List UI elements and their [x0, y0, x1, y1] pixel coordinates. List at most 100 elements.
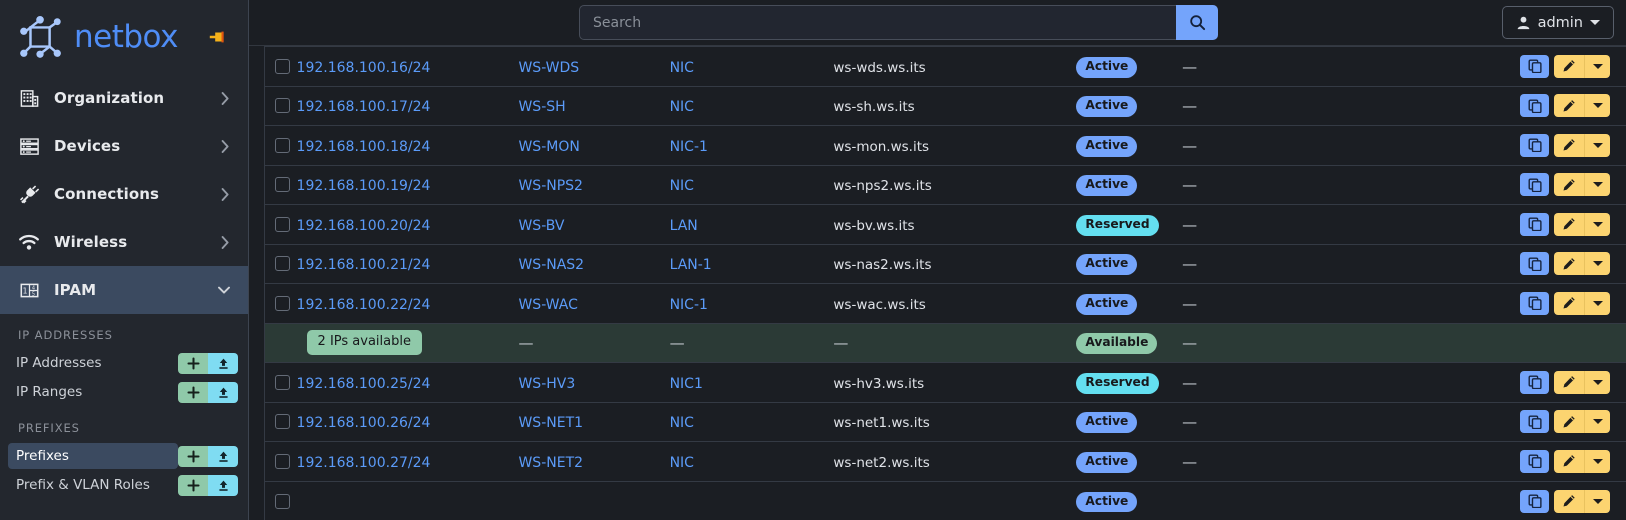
device-link[interactable]: WS-NPS2	[518, 178, 583, 194]
clone-button[interactable]	[1520, 291, 1549, 315]
edit-button[interactable]	[1554, 252, 1584, 276]
table-row[interactable]: 192.168.100.26/24 WS-NET1 NIC ws-net1.ws.it…	[249, 401, 1626, 442]
interface-link[interactable]: NIC1	[670, 376, 703, 392]
interface-link[interactable]: NIC	[670, 455, 694, 471]
ip-address-link[interactable]: 192.168.100.19/24	[297, 178, 431, 194]
available-range-row[interactable]: 2 IPs available — — — Available —	[249, 322, 1626, 363]
sidebar-item-connections[interactable]: Connections	[0, 170, 248, 218]
clone-button[interactable]	[1520, 133, 1549, 157]
edit-button[interactable]	[1554, 410, 1584, 434]
row-checkbox[interactable]	[275, 177, 290, 193]
chevron-right-icon[interactable]	[221, 91, 230, 105]
edit-button[interactable]	[1554, 291, 1584, 315]
sidebar-item-ipam[interactable]: 1 4 5 IPAM	[0, 266, 248, 314]
device-link[interactable]: WS-MON	[518, 139, 579, 155]
brand-header[interactable]: netbox	[0, 0, 248, 74]
row-checkbox[interactable]	[275, 414, 290, 430]
interface-link[interactable]: NIC-1	[670, 297, 708, 313]
table-row[interactable]: 192.168.100.20/24 WS-BV LAN ws-bv.ws.its Res…	[249, 204, 1626, 244]
row-checkbox[interactable]	[275, 453, 290, 469]
table-scroll-gutter[interactable]	[249, 46, 265, 520]
search-button[interactable]	[1176, 5, 1218, 40]
import-ip-ranges-button[interactable]	[208, 381, 238, 403]
row-checkbox[interactable]	[275, 216, 290, 232]
clone-button[interactable]	[1520, 212, 1549, 236]
table-row[interactable]: Active	[249, 480, 1626, 520]
edit-button[interactable]	[1554, 489, 1584, 513]
sidebar-item-ip-ranges[interactable]: IP Ranges	[8, 379, 178, 406]
chevron-down-icon[interactable]	[218, 286, 230, 295]
device-link[interactable]: WS-NET1	[518, 415, 583, 431]
edit-dropdown-toggle[interactable]	[1584, 370, 1610, 394]
edit-dropdown-toggle[interactable]	[1584, 94, 1610, 118]
interface-link[interactable]: LAN	[670, 218, 698, 234]
table-row[interactable]: 192.168.100.27/24 WS-NET2 NIC ws-net2.ws.it…	[249, 441, 1626, 481]
interface-link[interactable]: NIC	[670, 415, 694, 431]
row-checkbox[interactable]	[275, 98, 290, 114]
row-checkbox[interactable]	[275, 137, 290, 153]
clone-button[interactable]	[1520, 94, 1549, 118]
interface-link[interactable]: NIC	[670, 99, 694, 115]
table-row[interactable]: 192.168.100.19/24 WS-NPS2 NIC ws-nps2.ws.it…	[249, 164, 1626, 205]
import-prefixes-button[interactable]	[208, 445, 238, 467]
ip-address-link[interactable]: 192.168.100.18/24	[297, 139, 431, 155]
edit-dropdown-toggle[interactable]	[1584, 410, 1610, 434]
clone-button[interactable]	[1520, 173, 1549, 197]
row-checkbox[interactable]	[275, 295, 290, 311]
add-prefix-vlan-roles-button[interactable]	[178, 474, 208, 496]
sidebar-item-organization[interactable]: Organization	[0, 74, 248, 122]
clone-button[interactable]	[1520, 449, 1549, 473]
table-row[interactable]: 192.168.100.21/24 WS-NAS2 LAN-1 ws-nas2.ws.…	[249, 243, 1626, 284]
add-prefixes-button[interactable]	[178, 445, 208, 467]
ip-address-link[interactable]: 192.168.100.21/24	[297, 257, 431, 273]
clone-button[interactable]	[1520, 410, 1549, 434]
ip-address-link[interactable]: 192.168.100.20/24	[297, 218, 431, 234]
available-count-badge[interactable]: 2 IPs available	[306, 330, 422, 356]
clone-button[interactable]	[1520, 370, 1549, 394]
table-row[interactable]: 192.168.100.18/24 WS-MON NIC-1 ws-mon.ws.it…	[249, 125, 1626, 165]
import-ip-addresses-button[interactable]	[208, 352, 238, 374]
edit-dropdown-toggle[interactable]	[1584, 252, 1610, 276]
edit-dropdown-toggle[interactable]	[1584, 54, 1610, 78]
interface-link[interactable]: NIC-1	[670, 139, 708, 155]
row-checkbox[interactable]	[275, 256, 290, 272]
user-menu-button[interactable]: admin	[1501, 6, 1614, 39]
edit-button[interactable]	[1554, 133, 1584, 157]
device-link[interactable]: WS-NAS2	[518, 257, 584, 273]
pin-icon[interactable]	[208, 28, 226, 46]
ip-address-link[interactable]: 192.168.100.25/24	[297, 376, 431, 392]
clone-button[interactable]	[1520, 489, 1549, 513]
device-link[interactable]: WS-NET2	[518, 455, 583, 471]
edit-dropdown-toggle[interactable]	[1584, 489, 1610, 513]
device-link[interactable]: WS-WAC	[518, 297, 577, 313]
edit-dropdown-toggle[interactable]	[1584, 449, 1610, 473]
interface-link[interactable]: LAN-1	[670, 257, 712, 273]
edit-dropdown-toggle[interactable]	[1584, 133, 1610, 157]
row-checkbox[interactable]	[275, 493, 290, 509]
row-checkbox[interactable]	[275, 374, 290, 390]
edit-button[interactable]	[1554, 94, 1584, 118]
device-link[interactable]: WS-BV	[518, 218, 564, 234]
ip-address-link[interactable]: 192.168.100.17/24	[297, 99, 431, 115]
sidebar-item-prefixes[interactable]: Prefixes	[8, 442, 178, 470]
clone-button[interactable]	[1520, 252, 1549, 276]
chevron-right-icon[interactable]	[221, 187, 230, 201]
ip-address-link[interactable]: 192.168.100.27/24	[297, 455, 431, 471]
sidebar-item-ip-addresses[interactable]: IP Addresses	[8, 350, 178, 377]
ip-address-link[interactable]: 192.168.100.22/24	[297, 297, 431, 313]
edit-button[interactable]	[1554, 370, 1584, 394]
table-row[interactable]: 192.168.100.25/24 WS-HV3 NIC1 ws-hv3.ws.its…	[249, 362, 1626, 402]
edit-dropdown-toggle[interactable]	[1584, 212, 1610, 236]
interface-link[interactable]: NIC	[670, 178, 694, 194]
device-link[interactable]: WS-WDS	[518, 60, 579, 76]
search-input[interactable]	[579, 5, 1176, 40]
table-row[interactable]: 192.168.100.17/24 WS-SH NIC ws-sh.ws.its Act…	[249, 85, 1626, 126]
edit-button[interactable]	[1554, 449, 1584, 473]
ip-address-link[interactable]: 192.168.100.16/24	[297, 60, 431, 76]
add-ip-addresses-button[interactable]	[178, 352, 208, 374]
edit-dropdown-toggle[interactable]	[1584, 291, 1610, 315]
edit-button[interactable]	[1554, 173, 1584, 197]
device-link[interactable]: WS-HV3	[518, 376, 575, 392]
interface-link[interactable]: NIC	[670, 60, 694, 76]
add-ip-ranges-button[interactable]	[178, 381, 208, 403]
